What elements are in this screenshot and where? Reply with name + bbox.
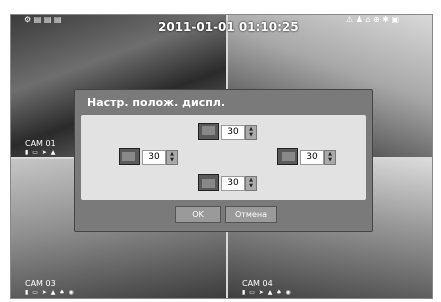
cancel-button[interactable]: Отмена — [225, 206, 277, 223]
position-bottom-value[interactable]: 30 — [221, 176, 245, 191]
display-position-dialog: Настр. полож. диспл. 30 ▲ ▼ 30 ▲ ▼ 30 ▲ ▼ 3… — [74, 89, 373, 232]
camera-label: CAM 04 — [242, 279, 273, 288]
position-top-control: 30 ▲ ▼ — [198, 123, 258, 141]
status-icons-left: ⚙ ▤ ▤ ▤ — [24, 15, 62, 24]
spinner-icon[interactable]: ▲ ▼ — [245, 125, 257, 140]
screen-position-right-icon — [277, 148, 298, 165]
position-left-value[interactable]: 30 — [142, 150, 166, 165]
camera-label: CAM 01 — [25, 139, 56, 148]
spinner-icon[interactable]: ▲ ▼ — [324, 150, 336, 165]
camera-status-icons: ▮ ▭ ➤ ▲ ♠ ◉ — [242, 289, 292, 296]
spinner-icon[interactable]: ▲ ▼ — [245, 176, 257, 191]
camera-status-icons: ▮ ▭ ➤ ▲ ♠ ◉ — [25, 289, 75, 296]
status-icons-right: ⚠ ♟ ⌂ ⊕ ✱ ▣ — [346, 15, 400, 24]
screen-position-left-icon — [119, 148, 140, 165]
position-top-value[interactable]: 30 — [221, 125, 245, 140]
position-right-value[interactable]: 30 — [300, 150, 324, 165]
position-left-control: 30 ▲ ▼ — [119, 148, 179, 166]
camera-status-icons: ▮ ▭ ➤ ▲ — [25, 149, 57, 156]
position-bottom-control: 30 ▲ ▼ — [198, 174, 258, 192]
screen-position-top-icon — [198, 123, 219, 140]
position-right-control: 30 ▲ ▼ — [277, 148, 337, 166]
camera-label: CAM 03 — [25, 279, 56, 288]
spinner-icon[interactable]: ▲ ▼ — [166, 150, 178, 165]
datetime-display: 2011-01-01 01:10:25 — [158, 20, 299, 34]
ok-button[interactable]: OK — [175, 206, 221, 223]
dialog-title: Настр. полож. диспл. — [87, 96, 226, 109]
screen-position-bottom-icon — [198, 174, 219, 191]
position-panel: 30 ▲ ▼ 30 ▲ ▼ 30 ▲ ▼ 30 ▲ ▼ — [81, 115, 366, 200]
